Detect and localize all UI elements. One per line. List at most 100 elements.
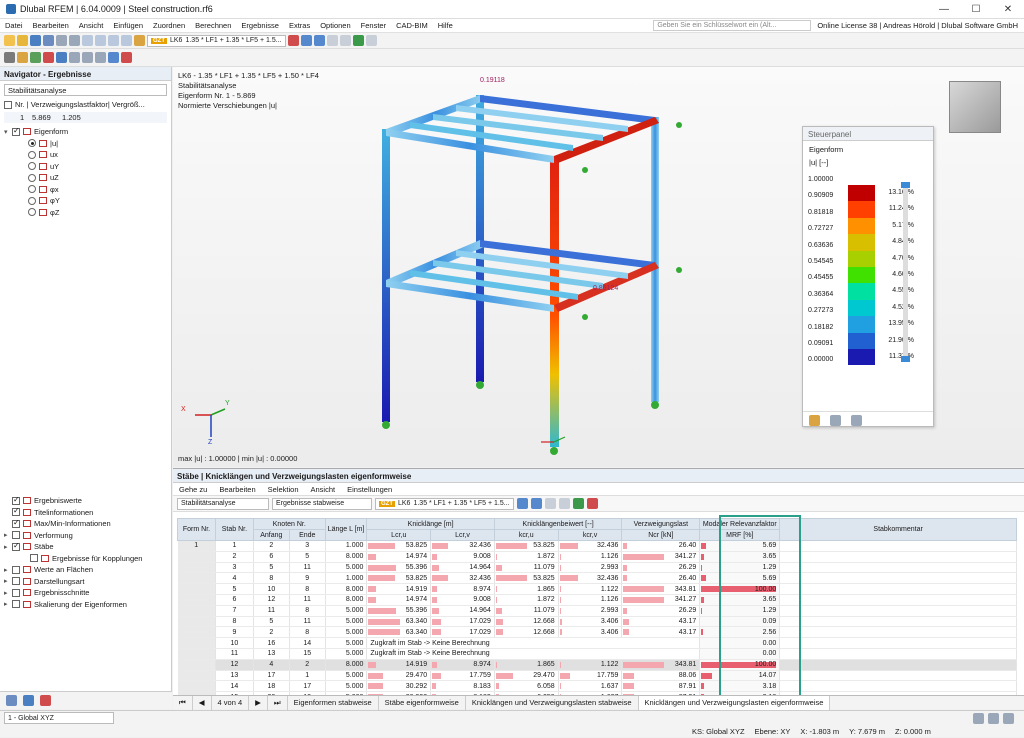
- menu-bearbeiten[interactable]: Bearbeiten: [28, 21, 74, 30]
- tool-icon[interactable]: [69, 52, 80, 63]
- results-icon[interactable]: [288, 35, 299, 46]
- maximize-button[interactable]: ☐: [960, 4, 992, 15]
- table-tool-icon[interactable]: [531, 498, 542, 509]
- column-member[interactable]: [382, 129, 390, 422]
- menu-fenster[interactable]: Fenster: [356, 21, 391, 30]
- tab-staebe-eigenformweise[interactable]: Stäbe eigenformweise: [379, 696, 466, 710]
- load-combination-select[interactable]: GZT LK6 1.35 * LF1 + 1.35 * LF5 + 1.5...: [147, 35, 286, 47]
- beam-member[interactable]: [386, 280, 554, 312]
- menu-einfuegen[interactable]: Einfügen: [108, 21, 148, 30]
- results-tab-icon[interactable]: [40, 695, 51, 706]
- col-knoten[interactable]: Knoten Nr.: [253, 519, 325, 530]
- col-mrf-title[interactable]: Modaler Relevanzfaktor: [700, 519, 780, 530]
- col-stab[interactable]: Stab Nr.: [215, 519, 253, 541]
- menu-optionen[interactable]: Optionen: [315, 21, 355, 30]
- table-row[interactable]: 1113155.000Zugkraft im Stab -> Keine Ber…: [178, 648, 1017, 659]
- column-member[interactable]: [651, 117, 659, 402]
- data-tab-icon[interactable]: [6, 695, 17, 706]
- menu-zuordnen[interactable]: Zuordnen: [148, 21, 190, 30]
- option-checkbox[interactable]: [12, 520, 20, 528]
- table-menu-item[interactable]: Selektion: [262, 485, 305, 494]
- col-kommentar[interactable]: Stabkommentar: [780, 519, 1017, 541]
- col-lcru[interactable]: Lcr,u: [367, 530, 431, 541]
- tool-icon[interactable]: [82, 52, 93, 63]
- option-checkbox[interactable]: [12, 566, 20, 574]
- expand-icon[interactable]: ▸: [4, 577, 12, 585]
- col-laenge[interactable]: Länge L [m]: [325, 519, 367, 541]
- col-anfang[interactable]: Anfang: [253, 530, 289, 541]
- filter-icon[interactable]: [353, 35, 364, 46]
- display-option[interactable]: ▸Skalierung der Eigenformen: [0, 599, 171, 611]
- radio-button[interactable]: [28, 197, 36, 205]
- factor-checkbox[interactable]: [4, 101, 12, 109]
- view-cube[interactable]: [949, 81, 1001, 133]
- table-menu-item[interactable]: Einstellungen: [341, 485, 398, 494]
- display-option[interactable]: ▸Darstellungsart: [0, 576, 171, 588]
- factor-select[interactable]: 1 5.869 1.205: [4, 112, 167, 124]
- table-row[interactable]: 11231.00053.82532.43653.82532.43626.405.…: [178, 541, 1017, 552]
- table-row[interactable]: 1418175.00030.2928.1836.0581.63787.913.1…: [178, 681, 1017, 692]
- col-lcrv[interactable]: Lcr,v: [431, 530, 495, 541]
- table-row[interactable]: 612118.00014.9749.0081.8721.126341.273.6…: [178, 594, 1017, 605]
- ortho-toggle-icon[interactable]: [1003, 713, 1014, 724]
- render-icon[interactable]: [366, 35, 377, 46]
- beam-member[interactable]: [433, 260, 603, 289]
- table-row[interactable]: 4891.00053.82532.43653.82532.43626.405.6…: [178, 573, 1017, 584]
- keyword-search-input[interactable]: Geben Sie ein Schlüsselwort ein (Alt...: [653, 20, 811, 31]
- col-knicklaenge[interactable]: Knicklänge [m]: [367, 519, 494, 530]
- table-row[interactable]: 2658.00014.9749.0081.8721.126341.273.65: [178, 551, 1017, 562]
- next-page-button[interactable]: ▶: [249, 696, 268, 710]
- eigenform-option[interactable]: uZ: [0, 172, 171, 184]
- view-icon[interactable]: [82, 35, 93, 46]
- radio-button[interactable]: [28, 185, 36, 193]
- filter-icon[interactable]: [573, 498, 584, 509]
- option-checkbox[interactable]: [30, 554, 38, 562]
- tab-knick-stabweise[interactable]: Knicklängen und Verzweigungslasten stabw…: [466, 696, 639, 710]
- expand-icon[interactable]: ▾: [4, 128, 12, 136]
- option-checkbox[interactable]: [12, 543, 20, 551]
- col-kcrv[interactable]: kcr,v: [558, 530, 622, 541]
- save-icon[interactable]: [30, 35, 41, 46]
- slider-handle-top[interactable]: [901, 182, 910, 188]
- expand-icon[interactable]: ▸: [4, 589, 12, 597]
- option-checkbox[interactable]: [12, 531, 20, 539]
- menu-datei[interactable]: Datei: [0, 21, 28, 30]
- snap-icon[interactable]: [17, 52, 28, 63]
- eigenform-group[interactable]: ▾ Eigenform: [0, 126, 171, 138]
- view-icon[interactable]: [121, 35, 132, 46]
- display-option[interactable]: ▸Stäbe: [0, 541, 171, 553]
- eigenform-option[interactable]: |u|: [0, 138, 171, 150]
- expand-icon[interactable]: ▸: [4, 543, 12, 551]
- new-file-icon[interactable]: [4, 35, 15, 46]
- radio-button[interactable]: [28, 208, 36, 216]
- option-checkbox[interactable]: [12, 497, 20, 505]
- table-row[interactable]: 1016145.000Zugkraft im Stab -> Keine Ber…: [178, 638, 1017, 649]
- view-icon[interactable]: [108, 35, 119, 46]
- table-lc-select[interactable]: GZT LK6 1.35 * LF1 + 1.35 * LF5 + 1.5...: [375, 498, 514, 510]
- display-option[interactable]: Ergebnisse für Kopplungen: [0, 553, 171, 565]
- slider-handle-bottom[interactable]: [901, 356, 910, 362]
- view-icon[interactable]: [95, 35, 106, 46]
- edit-icon[interactable]: [134, 35, 145, 46]
- display-icon[interactable]: [314, 35, 325, 46]
- export-icon[interactable]: [587, 498, 598, 509]
- option-checkbox[interactable]: [12, 600, 20, 608]
- table-row[interactable]: 12428.00014.9198.9741.8651.122343.81100.…: [178, 659, 1017, 670]
- menu-ansicht[interactable]: Ansicht: [74, 21, 109, 30]
- eigenform-checkbox[interactable]: [12, 128, 20, 136]
- col-beiwert[interactable]: Knicklängenbeiwert [--]: [494, 519, 622, 530]
- display-option[interactable]: Ergebniswerte: [0, 495, 171, 507]
- display-option[interactable]: ▸Werte an Flächen: [0, 564, 171, 576]
- tab-eigenformen-stabweise[interactable]: Eigenformen stabweise: [288, 696, 379, 710]
- col-mrf[interactable]: MRF [%]: [700, 530, 780, 541]
- coord-system-select[interactable]: 1 - Global XYZ: [4, 712, 114, 724]
- menu-extras[interactable]: Extras: [284, 21, 315, 30]
- last-page-button[interactable]: ⏭: [268, 696, 288, 710]
- factor-header-row[interactable]: Nr. | Verzweigungslastfaktor| Vergröß...: [0, 99, 171, 111]
- table-row[interactable]: 35115.00055.39614.96411.0792.99326.291.2…: [178, 562, 1017, 573]
- table-results-select[interactable]: Ergebnisse stabweise: [272, 498, 372, 510]
- tool-icon[interactable]: [95, 52, 106, 63]
- display-tab-icon[interactable]: [23, 695, 34, 706]
- tool-icon[interactable]: [108, 52, 119, 63]
- option-checkbox[interactable]: [12, 589, 20, 597]
